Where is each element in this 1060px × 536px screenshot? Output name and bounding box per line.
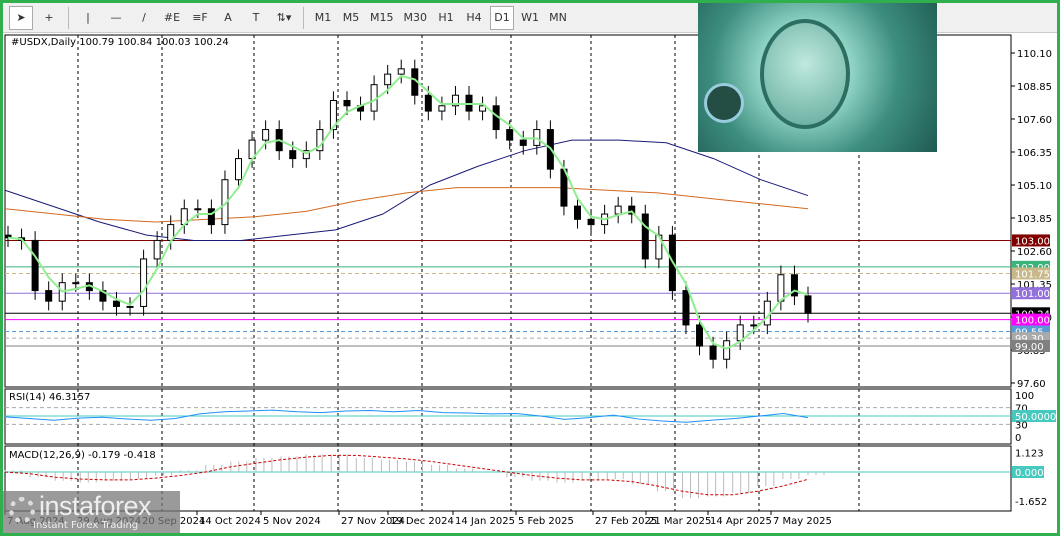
- candle: [140, 258, 148, 307]
- candle: [750, 324, 758, 327]
- timeframe-m1[interactable]: M1: [311, 6, 335, 30]
- candle: [194, 208, 202, 211]
- macd-tick: 1.123: [1015, 448, 1044, 459]
- logo-brand: instaforex: [39, 491, 152, 521]
- text-icon[interactable]: A: [216, 6, 240, 30]
- price-tick-label: 110.10: [1017, 49, 1052, 60]
- level-label: 101.00: [1015, 289, 1050, 300]
- date-label: 19 Dec 2024: [390, 516, 454, 527]
- cursor-icon[interactable]: ➤: [9, 5, 33, 30]
- date-label: 14 Oct 2024: [199, 516, 261, 527]
- macd-tick: -1.652: [1015, 497, 1047, 508]
- candle: [384, 73, 392, 86]
- toolbar-separator: [303, 6, 304, 29]
- candle: [289, 150, 297, 160]
- candle: [614, 205, 622, 215]
- price-tick-label: 102.60: [1017, 247, 1052, 258]
- crosshair-icon[interactable]: +: [37, 6, 61, 30]
- date-label: 14 Apr 2025: [710, 516, 772, 527]
- instaforex-logo: instaforex Instant Forex Trading: [3, 491, 180, 533]
- candle: [424, 94, 432, 112]
- price-tick-label: 97.60: [1017, 379, 1046, 390]
- candle: [804, 295, 812, 314]
- text-label-icon[interactable]: T: [244, 6, 268, 30]
- date-label: 5 Nov 2024: [263, 516, 321, 527]
- price-tick-label: 107.60: [1017, 115, 1052, 126]
- gear-logo-icon: [9, 497, 35, 523]
- chart-title: #USDX,Daily 100.79 100.84 100.03 100.24: [11, 37, 229, 48]
- macd-signal-line: [4, 454, 809, 496]
- candle: [31, 239, 39, 292]
- candle: [736, 324, 744, 342]
- candle: [587, 218, 595, 226]
- price-tick-label: 103.85: [1017, 214, 1052, 225]
- dollar-bills-image: [698, 3, 937, 152]
- federal-reserve-seal: [704, 83, 744, 123]
- candle: [519, 139, 527, 146]
- level-label: 99.00: [1015, 342, 1044, 353]
- candle: [777, 274, 785, 302]
- candle: [709, 345, 717, 360]
- rsi-tick: 0: [1015, 433, 1021, 444]
- level-label: 100.00: [1015, 316, 1050, 327]
- candle: [696, 324, 704, 347]
- fibonacci-channel-icon[interactable]: #E: [160, 6, 184, 30]
- logo-tagline: Instant Forex Trading: [33, 520, 139, 531]
- timeframe-d1[interactable]: D1: [490, 5, 514, 30]
- timeframe-mn[interactable]: MN: [546, 6, 570, 30]
- fibonacci-icon[interactable]: ≡F: [188, 6, 212, 30]
- candle: [438, 105, 446, 112]
- price-tick-label: 105.10: [1017, 181, 1052, 192]
- toolbar-separator: [68, 6, 69, 29]
- level-label: 103.00: [1015, 236, 1050, 247]
- candle: [207, 208, 215, 226]
- candle: [45, 290, 53, 302]
- date-label: 5 Feb 2025: [518, 516, 574, 527]
- date-label: 21 Mar 2025: [648, 516, 711, 527]
- horizontal-line-icon[interactable]: —: [104, 6, 128, 30]
- timeframe-m15[interactable]: M15: [367, 6, 397, 30]
- date-label: 7 May 2025: [773, 516, 832, 527]
- candle: [573, 205, 581, 220]
- trendline-icon[interactable]: /: [132, 6, 156, 30]
- date-label: 14 Jan 2025: [455, 516, 515, 527]
- arrows-icon[interactable]: ⇅▾: [272, 6, 296, 30]
- candle: [235, 158, 243, 181]
- price-tick-label: 106.35: [1017, 148, 1052, 159]
- candle: [343, 100, 351, 107]
- candle: [262, 129, 270, 141]
- level-label: 101.75: [1015, 269, 1050, 280]
- rsi-tick: 30: [1015, 420, 1028, 431]
- ma-orange-line: [4, 187, 809, 223]
- timeframe-h4[interactable]: H4: [462, 6, 486, 30]
- price-tick-label: 108.85: [1017, 82, 1052, 93]
- candle: [641, 213, 649, 260]
- ma-blue-line: [4, 139, 809, 241]
- candle: [682, 290, 690, 326]
- macd-tick: 0.000: [1015, 468, 1044, 479]
- timeframe-m30[interactable]: M30: [401, 6, 431, 30]
- candle: [723, 340, 731, 360]
- candle: [126, 305, 134, 308]
- candle: [72, 282, 80, 285]
- portrait-image: [760, 19, 850, 129]
- macd-label: MACD(12,26,9) -0.179 -0.418: [9, 450, 156, 461]
- rsi-label: RSI(14) 46.3157: [9, 392, 90, 403]
- candle: [153, 239, 161, 260]
- timeframe-h1[interactable]: H1: [434, 6, 458, 30]
- candle: [112, 300, 120, 307]
- rsi-tick: 100: [1015, 391, 1034, 402]
- timeframe-w1[interactable]: W1: [518, 6, 542, 30]
- vertical-line-icon[interactable]: |: [76, 6, 100, 30]
- candle: [506, 129, 514, 141]
- timeframe-m5[interactable]: M5: [339, 6, 363, 30]
- candle: [397, 68, 405, 75]
